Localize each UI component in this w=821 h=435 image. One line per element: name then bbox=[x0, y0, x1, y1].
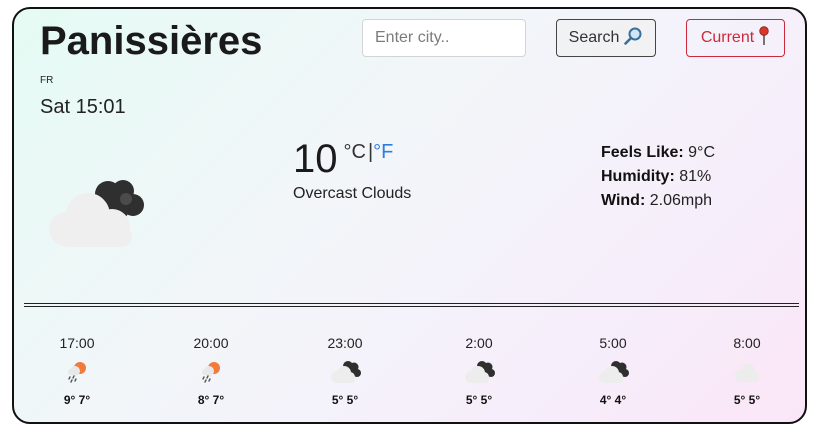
wind-row: Wind: 2.06mph bbox=[601, 189, 715, 213]
weather-details: Feels Like: 9°C Humidity: 81% Wind: 2.06… bbox=[601, 141, 715, 213]
current-button-label: Current bbox=[700, 29, 755, 46]
forecast-item: 2:00 5° 5° bbox=[439, 335, 519, 407]
magnifier-icon bbox=[623, 26, 643, 51]
forecast-temps: 5° 5° bbox=[733, 393, 761, 407]
feels-like-label: Feels Like: bbox=[601, 144, 684, 161]
forecast-temps: 8° 7° bbox=[197, 393, 225, 407]
humidity-value: 81% bbox=[679, 168, 712, 185]
light-rain-icon bbox=[171, 353, 251, 391]
overcast-clouds-icon bbox=[573, 353, 653, 391]
city-search-input[interactable] bbox=[362, 19, 526, 57]
humidity-label: Humidity: bbox=[601, 168, 675, 185]
cloud-icon bbox=[707, 353, 787, 391]
forecast-item: 20:00 8° 7° bbox=[171, 335, 251, 407]
country-code: FR bbox=[40, 75, 54, 86]
forecast-time: 20:00 bbox=[193, 335, 229, 351]
current-temperature-block: 10 °C | °F Overcast Clouds bbox=[293, 137, 411, 203]
fahrenheit-toggle[interactable]: °F bbox=[373, 141, 393, 164]
current-location-button[interactable]: Current bbox=[686, 19, 785, 57]
city-name: Panissières bbox=[40, 19, 263, 63]
forecast-temps: 4° 4° bbox=[599, 393, 627, 407]
weather-card: Panissières FR Sat 15:01 Search Current bbox=[12, 7, 807, 424]
wind-label: Wind: bbox=[601, 192, 646, 209]
forecast-time: 23:00 bbox=[327, 335, 363, 351]
overcast-clouds-icon bbox=[305, 353, 385, 391]
forecast-time: 8:00 bbox=[733, 335, 761, 351]
weather-description: Overcast Clouds bbox=[293, 185, 412, 202]
overcast-clouds-icon bbox=[44, 177, 156, 258]
search-button[interactable]: Search bbox=[556, 19, 656, 57]
forecast-temps: 9° 7° bbox=[63, 393, 91, 407]
forecast-temps: 5° 5° bbox=[465, 393, 493, 407]
temperature-value: 10 bbox=[293, 137, 338, 181]
forecast-time: 17:00 bbox=[59, 335, 95, 351]
hourly-forecast: 17:00 9° 7° 20:00 8° 7° 23:00 5° 5° 2:00… bbox=[14, 335, 805, 422]
date-time: Sat 15:01 bbox=[40, 96, 126, 118]
celsius-unit[interactable]: °C bbox=[344, 141, 366, 164]
forecast-item: 23:00 5° 5° bbox=[305, 335, 385, 407]
forecast-item: 8:00 5° 5° bbox=[707, 335, 787, 407]
forecast-item: 5:00 4° 4° bbox=[573, 335, 653, 407]
section-divider bbox=[24, 303, 799, 307]
search-button-label: Search bbox=[568, 29, 620, 46]
forecast-time: 5:00 bbox=[599, 335, 627, 351]
forecast-time: 2:00 bbox=[465, 335, 493, 351]
feels-like-value: 9°C bbox=[688, 144, 716, 161]
feels-like-row: Feels Like: 9°C bbox=[601, 141, 715, 165]
forecast-temps: 5° 5° bbox=[331, 393, 359, 407]
forecast-item: 17:00 9° 7° bbox=[37, 335, 117, 407]
humidity-row: Humidity: 81% bbox=[601, 165, 715, 189]
wind-value: 2.06mph bbox=[649, 192, 712, 209]
light-rain-icon bbox=[37, 353, 117, 391]
overcast-clouds-icon bbox=[439, 353, 519, 391]
pushpin-icon bbox=[758, 25, 770, 51]
